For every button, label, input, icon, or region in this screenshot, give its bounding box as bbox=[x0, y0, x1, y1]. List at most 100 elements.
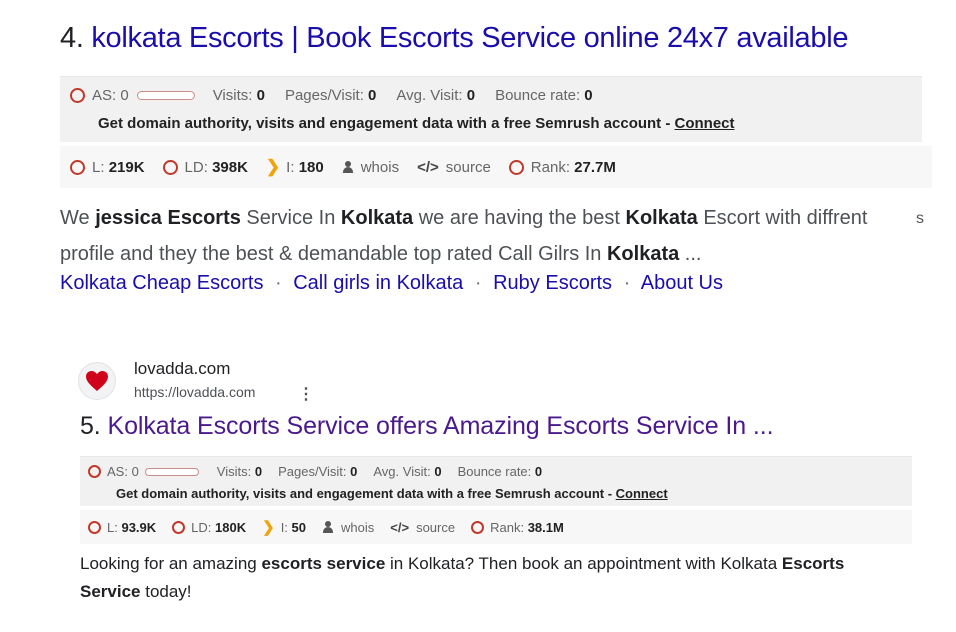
authority-score-bar bbox=[136, 91, 195, 100]
bing-index-metric[interactable]: ❯ I: 50 bbox=[262, 518, 306, 536]
rank-label: Rank: bbox=[490, 519, 525, 535]
heart-icon bbox=[86, 371, 108, 391]
result-title[interactable]: 4. kolkata Escorts | Book Escorts Servic… bbox=[60, 22, 848, 55]
whois-label: whois bbox=[360, 158, 400, 176]
bing-index-value: 180 bbox=[298, 158, 324, 176]
pages-per-visit-label: Pages/Visit: bbox=[278, 464, 347, 479]
truncated-text-fragment: s bbox=[916, 210, 924, 227]
linking-domains-value: 180K bbox=[215, 519, 247, 535]
visits-value: 0 bbox=[254, 464, 263, 479]
sitelink-cheap-escorts[interactable]: Kolkata Cheap Escorts bbox=[60, 272, 263, 294]
linking-domains-label: LD: bbox=[191, 519, 212, 535]
seo-metrics-bar: L: 219K LD: 398K ❯ I: 180 whois </> sour… bbox=[60, 146, 932, 188]
avg-visit-label: Avg. Visit: bbox=[396, 87, 463, 104]
source-label: source bbox=[445, 158, 491, 176]
connect-link[interactable]: Connect bbox=[675, 115, 735, 132]
sitelink-separator: · bbox=[275, 272, 282, 294]
sitelinks: Kolkata Cheap Escorts · Call girls in Ko… bbox=[60, 272, 723, 295]
bing-index-label: I: bbox=[280, 519, 288, 535]
bing-index-label: I: bbox=[286, 158, 295, 176]
semrush-ring-icon bbox=[70, 159, 85, 175]
bing-icon: ❯ bbox=[262, 519, 275, 536]
result-title-link[interactable]: Kolkata Escorts Service offers Amazing E… bbox=[108, 412, 774, 440]
avg-visit-value: 0 bbox=[466, 87, 476, 104]
bing-index-metric[interactable]: ❯ I: 180 bbox=[266, 157, 324, 177]
rank-metric[interactable]: Rank: 38.1M bbox=[471, 520, 564, 535]
pages-per-visit-value: 0 bbox=[350, 464, 358, 479]
more-vert-icon[interactable]: ⋮ bbox=[298, 384, 314, 404]
seo-metrics-bar: L: 93.9K LD: 180K ❯ I: 50 whois </> sour… bbox=[80, 510, 912, 544]
bounce-rate-value: 0 bbox=[534, 464, 543, 479]
linking-domains-label: LD: bbox=[184, 158, 208, 176]
authority-score-bar bbox=[144, 467, 199, 476]
visits-value: 0 bbox=[256, 87, 265, 104]
semrush-ring-icon bbox=[471, 520, 485, 534]
result-number: 4. bbox=[60, 22, 84, 54]
as-label: AS: 0 bbox=[92, 87, 129, 104]
bounce-rate-value: 0 bbox=[584, 87, 593, 104]
semrush-ring-icon bbox=[88, 520, 101, 534]
rank-label: Rank: bbox=[530, 158, 570, 176]
rank-value: 38.1M bbox=[527, 519, 564, 535]
semrush-cta-row: Get domain authority, visits and engagem… bbox=[116, 486, 668, 501]
result-title[interactable]: 5. Kolkata Escorts Service offers Amazin… bbox=[80, 412, 774, 441]
bounce-rate-label: Bounce rate: bbox=[457, 464, 532, 479]
linking-domains-value: 398K bbox=[212, 158, 248, 176]
sitelink-call-girls[interactable]: Call girls in Kolkata bbox=[293, 272, 463, 294]
sitelink-ruby-escorts[interactable]: Ruby Escorts bbox=[493, 272, 612, 294]
visits-label: Visits: bbox=[212, 87, 253, 104]
sitelink-separator: · bbox=[474, 272, 482, 294]
semrush-cta-row: Get domain authority, visits and engagem… bbox=[98, 115, 735, 132]
rank-metric[interactable]: Rank: 27.7M bbox=[508, 158, 616, 176]
visits-label: Visits: bbox=[216, 464, 252, 479]
result-snippet: We jessica Escorts Service In Kolkata we… bbox=[60, 207, 868, 265]
result-snippet: Looking for an amazing escorts service i… bbox=[80, 554, 845, 601]
semrush-panel: AS: 0 Visits: 0 Pages/Visit: 0 Avg. Visi… bbox=[80, 456, 912, 506]
semrush-cta-text: Get domain authority, visits and engagem… bbox=[116, 486, 613, 501]
pages-per-visit-value: 0 bbox=[368, 87, 377, 104]
avg-visit-label: Avg. Visit: bbox=[373, 464, 431, 479]
result-title-link[interactable]: kolkata Escorts | Book Escorts Service o… bbox=[91, 22, 848, 54]
search-result-4: 4. kolkata Escorts | Book Escorts Servic… bbox=[0, 0, 956, 318]
bing-icon: ❯ bbox=[265, 157, 281, 176]
semrush-ring-icon bbox=[88, 465, 101, 478]
pages-per-visit-label: Pages/Visit: bbox=[284, 87, 364, 104]
linking-domains-metric[interactable]: LD: 398K bbox=[162, 158, 248, 176]
semrush-ring-icon bbox=[508, 159, 524, 175]
semrush-cta-text: Get domain authority, visits and engagem… bbox=[98, 115, 671, 132]
bounce-rate-label: Bounce rate: bbox=[495, 87, 581, 104]
code-icon: </> bbox=[417, 158, 439, 176]
avg-visit-value: 0 bbox=[434, 464, 442, 479]
source-link[interactable]: </> source bbox=[390, 520, 455, 535]
search-result-5: lovadda.com https://lovadda.com ⋮ 5. Kol… bbox=[0, 318, 956, 632]
code-icon: </> bbox=[390, 519, 410, 535]
semrush-ring-icon bbox=[172, 520, 186, 534]
semrush-stats-row: AS: 0 Visits: 0 Pages/Visit: 0 Avg. Visi… bbox=[88, 464, 542, 479]
source-link[interactable]: </> source bbox=[417, 159, 491, 176]
links-label: L: bbox=[92, 158, 105, 176]
semrush-panel: AS: 0 Visits: 0 Pages/Visit: 0 Avg. Visi… bbox=[60, 76, 922, 142]
site-favicon[interactable] bbox=[78, 362, 116, 400]
source-label: source bbox=[416, 519, 456, 535]
site-name[interactable]: lovadda.com bbox=[134, 359, 230, 379]
sitelink-about-us[interactable]: About Us bbox=[641, 272, 723, 294]
whois-link[interactable]: whois bbox=[322, 520, 374, 535]
connect-link[interactable]: Connect bbox=[616, 486, 668, 501]
linking-domains-metric[interactable]: LD: 180K bbox=[172, 520, 246, 535]
sitelink-separator: · bbox=[623, 272, 631, 294]
links-label: L: bbox=[107, 519, 118, 535]
semrush-ring-icon bbox=[162, 159, 178, 175]
links-metric[interactable]: L: 93.9K bbox=[88, 520, 156, 535]
links-metric[interactable]: L: 219K bbox=[70, 159, 145, 176]
semrush-ring-icon bbox=[70, 88, 85, 103]
semrush-stats-row: AS: 0 Visits: 0 Pages/Visit: 0 Avg. Visi… bbox=[70, 87, 593, 104]
result-number: 5. bbox=[80, 412, 101, 440]
person-icon bbox=[322, 521, 334, 533]
person-icon bbox=[342, 161, 354, 173]
links-value: 219K bbox=[108, 158, 145, 176]
whois-label: whois bbox=[341, 519, 375, 535]
whois-link[interactable]: whois bbox=[342, 159, 399, 176]
rank-value: 27.7M bbox=[574, 158, 616, 176]
bing-index-value: 50 bbox=[291, 519, 307, 535]
site-url[interactable]: https://lovadda.com bbox=[134, 384, 255, 400]
